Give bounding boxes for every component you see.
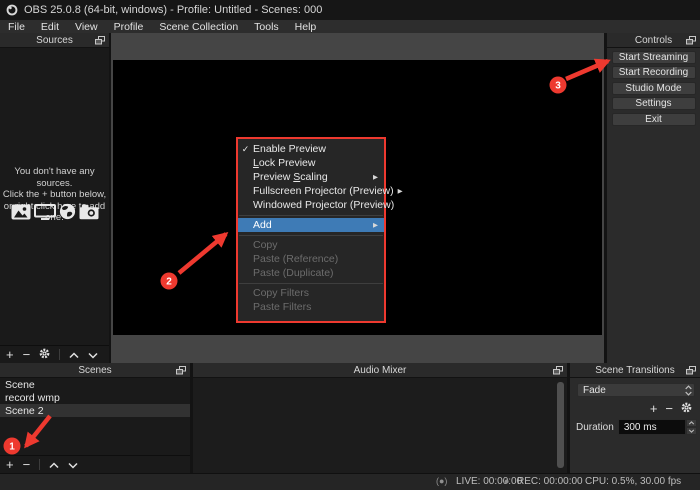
duration-spinner[interactable] xyxy=(686,419,697,435)
image-source-icon xyxy=(11,204,31,225)
audio-mixer-panel: Audio Mixer xyxy=(193,363,567,473)
controls-panel: Controls Start Streaming Start Recording… xyxy=(607,33,700,363)
checkmark-icon: ✓ xyxy=(238,144,253,155)
menu-edit[interactable]: Edit xyxy=(33,20,67,33)
menu-item-preview-scaling[interactable]: Preview Scaling ▶ xyxy=(238,170,384,184)
empty-line-2: Click the + button below, xyxy=(0,189,109,201)
transition-buttons: + − xyxy=(570,401,700,416)
popout-icon[interactable] xyxy=(553,366,563,375)
scene-transitions-header: Scene Transitions xyxy=(570,363,700,378)
scenes-panel-title: Scenes xyxy=(78,365,111,376)
transition-selected-value: Fade xyxy=(578,385,682,396)
display-source-icon xyxy=(34,204,56,225)
menu-item-enable-preview[interactable]: ✓ Enable Preview xyxy=(238,142,384,156)
menu-item-add[interactable]: Add ▶ xyxy=(238,218,384,232)
mixer-scrollbar[interactable] xyxy=(557,382,564,468)
popout-icon[interactable] xyxy=(176,366,186,375)
menu-item-fullscreen-projector[interactable]: Fullscreen Projector (Preview) ▶ xyxy=(238,184,384,198)
sources-panel-title: Sources xyxy=(36,35,73,46)
controls-panel-title: Controls xyxy=(635,35,672,46)
live-signal-icon: (●) xyxy=(436,476,447,486)
scenes-panel: Scenes Scene record wmp Scene 2 + − xyxy=(0,363,190,473)
menu-item-windowed-projector[interactable]: Windowed Projector (Preview) xyxy=(238,198,384,212)
duration-label: Duration xyxy=(576,422,614,433)
start-streaming-button[interactable]: Start Streaming xyxy=(612,51,696,64)
add-source-button[interactable]: + xyxy=(6,346,14,364)
submenu-arrow-icon: ▶ xyxy=(398,187,403,195)
obs-window: OBS 25.0.8 (64-bit, windows) - Profile: … xyxy=(0,0,700,490)
add-transition-button[interactable]: + xyxy=(650,400,658,418)
studio-mode-button[interactable]: Studio Mode xyxy=(612,82,696,95)
menu-file[interactable]: File xyxy=(0,20,33,33)
duration-row: Duration 300 ms xyxy=(576,419,697,435)
combo-spinner[interactable] xyxy=(682,384,694,396)
exit-button[interactable]: Exit xyxy=(612,113,696,126)
scene-transitions-panel: Scene Transitions Fade + − xyxy=(570,363,700,473)
menu-separator xyxy=(239,215,383,216)
transition-select[interactable]: Fade xyxy=(577,383,695,397)
scene-list-item[interactable]: record wmp xyxy=(0,391,190,404)
menu-item-paste-filters: Paste Filters xyxy=(238,300,384,314)
start-recording-button[interactable]: Start Recording xyxy=(612,66,696,79)
submenu-arrow-icon: ▶ xyxy=(373,221,378,229)
menu-item-paste-reference: Paste (Reference) xyxy=(238,252,384,266)
toolbar-divider xyxy=(59,349,60,360)
menu-item-paste-duplicate: Paste (Duplicate) xyxy=(238,266,384,280)
settings-button[interactable]: Settings xyxy=(612,97,696,110)
remove-source-button[interactable]: − xyxy=(23,346,31,364)
scene-list-item[interactable]: Scene xyxy=(0,378,190,391)
menu-separator xyxy=(239,283,383,284)
move-scene-down-button[interactable] xyxy=(68,456,78,474)
obs-logo-icon xyxy=(6,4,18,16)
cpu-fps-stats: CPU: 0.5%, 30.00 fps xyxy=(585,476,681,487)
title-bar: OBS 25.0.8 (64-bit, windows) - Profile: … xyxy=(0,0,700,20)
status-bar: (●) LIVE: 00:00:00 ● REC: 00:00:00 CPU: … xyxy=(0,473,700,490)
menu-profile[interactable]: Profile xyxy=(106,20,152,33)
submenu-arrow-icon: ▶ xyxy=(373,173,378,181)
menu-help[interactable]: Help xyxy=(287,20,325,33)
remove-transition-button[interactable]: − xyxy=(665,400,673,418)
add-scene-button[interactable]: + xyxy=(6,456,14,474)
rec-dot-icon: ● xyxy=(504,476,509,486)
empty-line-1: You don't have any sources. xyxy=(0,166,109,189)
popout-icon[interactable] xyxy=(95,36,105,45)
menu-item-copy: Copy xyxy=(238,238,384,252)
sources-panel: Sources You don't have any sources. Clic… xyxy=(0,33,109,363)
audio-mixer-header: Audio Mixer xyxy=(193,363,567,378)
menu-item-copy-filters: Copy Filters xyxy=(238,286,384,300)
scene-list-item-selected[interactable]: Scene 2 xyxy=(0,404,190,417)
transition-properties-gear-icon[interactable] xyxy=(681,400,692,418)
menu-tools[interactable]: Tools xyxy=(246,20,287,33)
move-source-down-button[interactable] xyxy=(88,346,98,364)
controls-panel-header: Controls xyxy=(607,33,700,48)
popout-icon[interactable] xyxy=(686,36,696,45)
menu-scene-collection[interactable]: Scene Collection xyxy=(151,20,246,33)
move-scene-up-button[interactable] xyxy=(49,456,59,474)
menu-separator xyxy=(239,235,383,236)
toolbar-divider xyxy=(39,459,40,470)
menu-view[interactable]: View xyxy=(67,20,106,33)
menu-bar: File Edit View Profile Scene Collection … xyxy=(0,20,700,33)
sources-toolbar: + − xyxy=(0,345,109,363)
scenes-toolbar: + − xyxy=(0,455,190,473)
move-source-up-button[interactable] xyxy=(69,346,79,364)
duration-input[interactable]: 300 ms xyxy=(618,419,686,435)
scenes-panel-header: Scenes xyxy=(0,363,190,378)
scene-transitions-title: Scene Transitions xyxy=(595,365,675,376)
source-properties-gear-icon[interactable] xyxy=(39,346,50,364)
browser-source-icon xyxy=(59,203,76,225)
audio-mixer-title: Audio Mixer xyxy=(354,365,407,376)
live-time: LIVE: 00:00:00 xyxy=(456,476,522,487)
menu-item-lock-preview[interactable]: Lock Preview xyxy=(238,156,384,170)
popout-icon[interactable] xyxy=(686,366,696,375)
preview-context-menu: ✓ Enable Preview Lock Preview Preview Sc… xyxy=(236,137,386,323)
remove-scene-button[interactable]: − xyxy=(23,456,31,474)
sources-panel-header: Sources xyxy=(0,33,109,48)
camera-source-icon xyxy=(79,204,99,225)
rec-time: REC: 00:00:00 xyxy=(517,476,583,487)
window-title: OBS 25.0.8 (64-bit, windows) - Profile: … xyxy=(24,4,322,16)
source-type-icons xyxy=(0,203,109,225)
